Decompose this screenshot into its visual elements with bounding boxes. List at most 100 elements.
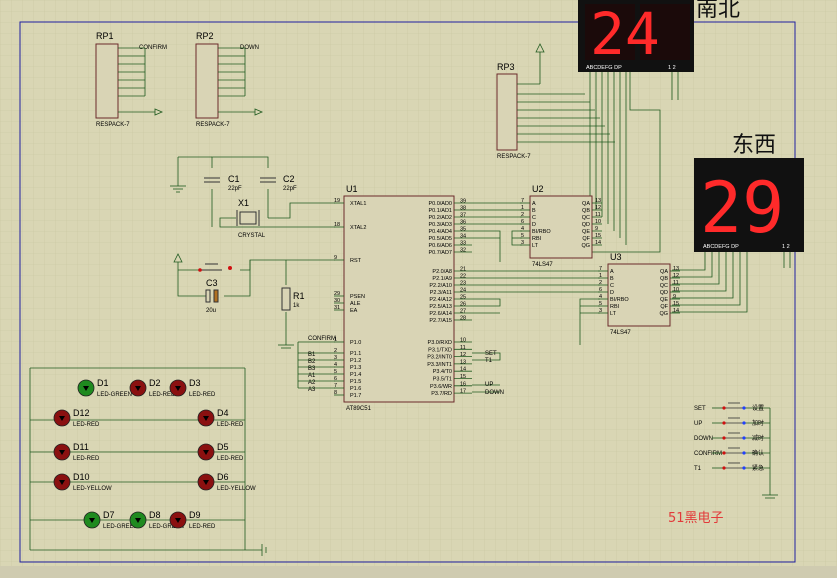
- pin-label: PSEN: [350, 294, 365, 300]
- pin-label: P1.1: [350, 351, 361, 357]
- pin-label: P1.7: [350, 393, 361, 399]
- pin-label: QD: [582, 222, 590, 228]
- net-set: SET: [485, 351, 497, 357]
- u1-part: AT89C51: [346, 406, 372, 412]
- switch-net: SET: [694, 406, 706, 412]
- rp1-ref: RP1: [96, 31, 114, 41]
- pin-label: D: [532, 222, 536, 228]
- pin-label: ALE: [350, 301, 361, 307]
- switch-net: T1: [694, 466, 702, 472]
- led-part: LED-YELLOW: [73, 486, 112, 492]
- pin-label: QF: [660, 304, 668, 310]
- pin-label: EA: [350, 308, 358, 314]
- c2-ref: C2: [283, 174, 295, 184]
- pin-label: P2.5/A13: [429, 304, 452, 310]
- pin-number: 12: [673, 273, 679, 279]
- pin-number: 32: [460, 248, 466, 254]
- pin-label: LT: [610, 311, 617, 317]
- u1-ref: U1: [346, 184, 358, 194]
- c1-value: 22pF: [228, 186, 242, 192]
- pin-label: XTAL2: [350, 225, 366, 231]
- pin-number: 35: [460, 227, 466, 233]
- u1-right-pins: 39 P0.0/AD0 38 P0.1/AD1 37 P0.2/AD2 36 P0.3/AD3…: [427, 199, 472, 397]
- chip-u1[interactable]: U1 AT89C51 19 XTAL118 XTAL29 RST29 PSEN30 ALE…: [334, 184, 472, 412]
- pin-label: P3.4/T0: [433, 369, 452, 375]
- pin-label: P2.6/A14: [429, 311, 452, 317]
- pin-number: 31: [334, 305, 340, 311]
- pin-label: RST: [350, 258, 362, 264]
- pin-label: QE: [582, 229, 590, 235]
- c3-ref: C3: [206, 278, 218, 288]
- pin-label: P0.7/AD7: [428, 250, 452, 256]
- status-strip: [0, 566, 837, 578]
- chip-u2[interactable]: U2 74LS47 7 A1 B2 C6 D4 BI/RBO5 RBI3 LT 13QA12Q…: [520, 184, 602, 268]
- pin-number: 15: [673, 301, 679, 307]
- display-right-pin-nums: 1 2: [782, 244, 790, 250]
- pin-label: RBI: [532, 236, 542, 242]
- schematic-sheet: RP1 RESPACK-7 CONFIRM RP2 RESPACK-7 DOWN…: [0, 0, 837, 578]
- pin-label: QB: [582, 208, 590, 214]
- pin-label: QF: [582, 236, 590, 242]
- net-confirm: CONFIRM: [308, 336, 336, 342]
- display-right-label: 东西: [732, 133, 776, 158]
- pin-label: QC: [660, 283, 668, 289]
- pin-number: 38: [460, 206, 466, 212]
- r1-value: 1k: [293, 303, 300, 309]
- pin-number: 13: [460, 359, 466, 365]
- pin-label: P0.6/AD6: [428, 243, 452, 249]
- pin-label: P3.5/T1: [433, 377, 452, 383]
- pin-number: 10: [673, 287, 679, 293]
- pin-label: P1.6: [350, 386, 361, 392]
- pin-label: XTAL1: [350, 201, 366, 207]
- led-part: LED-RED: [189, 392, 216, 398]
- display-top-pin-nums: 1 2: [668, 65, 676, 71]
- pin-number: 15: [460, 374, 466, 380]
- pin-label: P3.0/RXD: [428, 340, 452, 346]
- pin-label: P0.0/AD0: [428, 201, 452, 207]
- pin-label: QA: [660, 269, 668, 275]
- pin-label: P0.5/AD5: [428, 236, 452, 242]
- pin-label: P1.2: [350, 358, 361, 364]
- pin-label: P3.7/RD: [431, 391, 452, 397]
- chip-u3[interactable]: U3 74LS47 7 A1 B2 C6 D4 BI/RBO5 RBI3 LT 13QA12Q…: [598, 252, 680, 336]
- pin-label: RBI: [610, 304, 620, 310]
- pin-number: 29: [334, 291, 340, 297]
- pin-label: LT: [532, 243, 539, 249]
- led-ref: D8: [149, 510, 161, 520]
- c2-value: 22pF: [283, 186, 297, 192]
- pin-label: QA: [582, 201, 590, 207]
- pin-number: 8: [334, 390, 337, 396]
- led-part: LED-RED: [73, 456, 100, 462]
- pin-number: 14: [595, 240, 601, 246]
- led-ref: D9: [189, 510, 201, 520]
- c3-value: 20u: [206, 308, 216, 314]
- pin-label: BI/RBO: [610, 297, 629, 303]
- led-ref: D1: [97, 378, 109, 388]
- led-part: LED-RED: [73, 422, 100, 428]
- pin-label: P3.3/INT1: [427, 362, 452, 368]
- pin-label: P1.0: [350, 340, 361, 346]
- switch-label: 设置: [752, 404, 764, 412]
- pin-label: QB: [660, 276, 668, 282]
- led-ref: D6: [217, 472, 229, 482]
- pin-label: BI/RBO: [532, 229, 551, 235]
- pin-label: P2.4/A12: [429, 297, 452, 303]
- x1-ref: X1: [238, 198, 249, 208]
- led-ref: D10: [73, 472, 90, 482]
- pin-number: 27: [460, 309, 466, 315]
- display-top-pin-label: ABCDEFG DP: [586, 65, 622, 71]
- led-ref: D7: [103, 510, 115, 520]
- pin-label: P0.4/AD4: [428, 229, 452, 235]
- pin-number: 16: [460, 381, 466, 387]
- switch-label: 减时: [752, 434, 764, 442]
- pin-label: B: [610, 276, 614, 282]
- display-top-label: 南北: [696, 0, 740, 22]
- switch-net: UP: [694, 421, 702, 427]
- led-ref: D12: [73, 408, 90, 418]
- pin-number: 28: [460, 316, 466, 322]
- u2-ref: U2: [532, 184, 544, 194]
- pin-label: P2.0/A8: [432, 269, 452, 275]
- led-ref: D3: [189, 378, 201, 388]
- led-part: LED-GREEN: [97, 392, 132, 398]
- pin-label: P0.2/AD2: [428, 215, 452, 221]
